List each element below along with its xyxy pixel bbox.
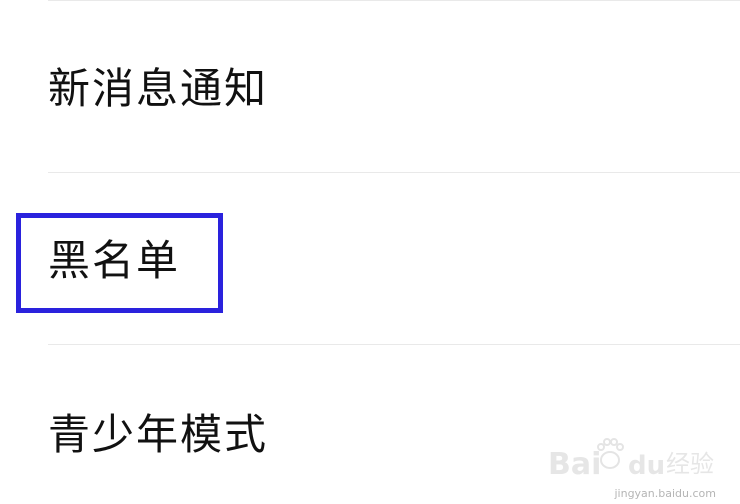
divider [48, 172, 740, 173]
highlight-box [16, 213, 223, 313]
settings-item-new-message-notification[interactable]: 新消息通知 [0, 40, 740, 140]
svg-text:du: du [628, 451, 665, 481]
watermark-url: jingyan.baidu.com [614, 487, 716, 500]
svg-text:Bai: Bai [548, 447, 601, 482]
baidu-jingyan-watermark: Bai du 经验 [548, 438, 714, 482]
divider [48, 344, 740, 345]
settings-item-label: 新消息通知 [48, 64, 269, 113]
svg-text:经验: 经验 [666, 450, 714, 478]
settings-list: 新消息通知 黑名单 青少年模式 Bai du 经验 jingyan.baidu.… [0, 0, 740, 504]
divider-top [48, 0, 740, 1]
settings-item-label: 青少年模式 [48, 410, 269, 459]
